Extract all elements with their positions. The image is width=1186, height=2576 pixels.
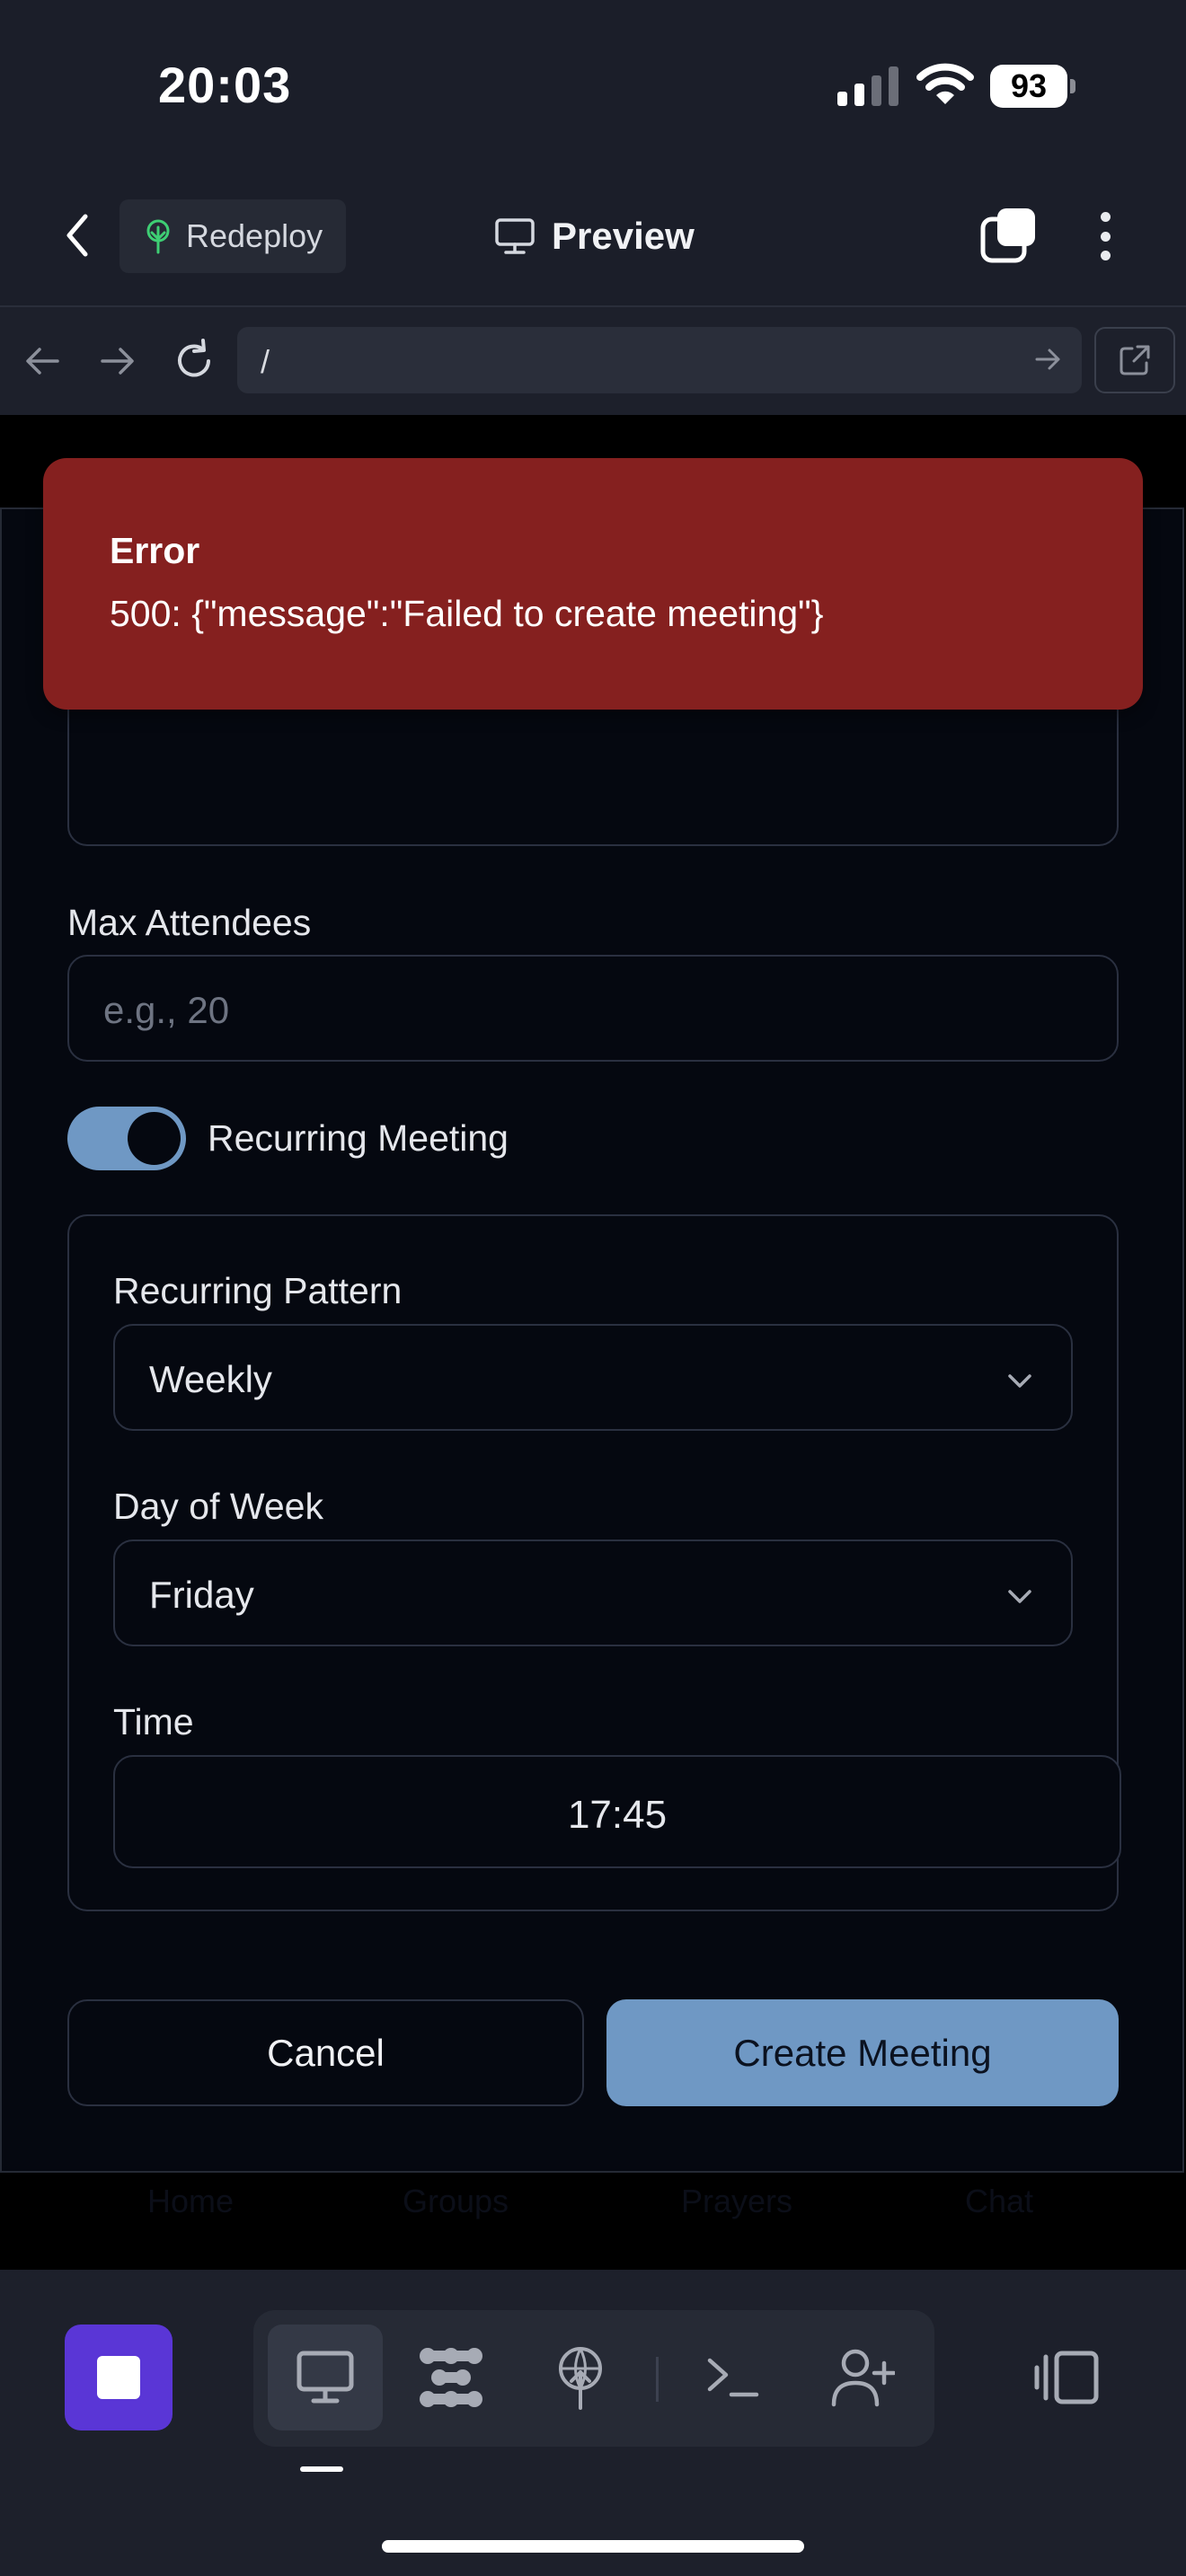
reload-icon[interactable]	[171, 338, 217, 384]
chevron-down-icon	[1008, 1590, 1031, 1603]
nav-groups[interactable]: Groups	[403, 2183, 509, 2220]
dot	[1100, 231, 1111, 242]
arrow-left-icon[interactable]	[20, 338, 66, 384]
time-label: Time	[113, 1701, 194, 1742]
app-bottom-nav: Home Groups Prayers Chat	[0, 2174, 1186, 2245]
chevron-left-icon	[66, 214, 88, 257]
day-of-week-label: Day of Week	[113, 1486, 323, 1527]
monitor-icon	[495, 218, 535, 254]
wifi-icon	[916, 63, 974, 104]
tabs-icon[interactable]	[979, 207, 1037, 264]
cellular-signal-icon	[837, 66, 898, 106]
more-vertical-icon[interactable]	[1084, 208, 1127, 264]
cancel-button[interactable]: Cancel	[67, 1999, 584, 2106]
recurring-toggle[interactable]	[67, 1107, 186, 1170]
open-external-button[interactable]	[1094, 327, 1175, 393]
go-arrow-icon[interactable]	[1031, 343, 1064, 375]
chevron-down-icon	[1008, 1374, 1031, 1388]
day-of-week-value: Friday	[149, 1574, 254, 1616]
tool-group	[253, 2310, 934, 2447]
monitor-icon	[296, 2351, 354, 2404]
battery-indicator: 93	[990, 65, 1076, 110]
external-link-icon	[1120, 345, 1150, 375]
max-attendees-input[interactable]: e.g., 20	[67, 955, 1119, 1062]
redeploy-button[interactable]: Redeploy	[119, 199, 346, 273]
deploy-tab[interactable]	[523, 2325, 638, 2430]
terminal-icon	[707, 2358, 759, 2397]
recurring-toggle-label: Recurring Meeting	[208, 1117, 509, 1159]
create-meeting-button[interactable]: Create Meeting	[606, 1999, 1119, 2106]
url-bar[interactable]: /	[237, 327, 1082, 393]
toggle-knob	[128, 1112, 181, 1165]
apps-tab[interactable]	[394, 2325, 509, 2430]
time-input[interactable]: 17:45	[113, 1755, 1121, 1868]
error-message: 500: {"message":"Failed to create meetin…	[110, 593, 824, 634]
battery-cap	[1070, 79, 1075, 93]
time-value: 17:45	[567, 1793, 668, 1837]
error-title: Error	[110, 530, 200, 571]
panel-toggle-icon[interactable]	[1033, 2346, 1102, 2409]
max-attendees-placeholder: e.g., 20	[103, 989, 230, 1031]
nav-home[interactable]: Home	[147, 2183, 234, 2220]
shell-tab[interactable]	[676, 2325, 791, 2430]
stop-button[interactable]	[65, 2325, 173, 2430]
arrow-right-icon[interactable]	[93, 338, 140, 384]
invite-tab[interactable]	[805, 2325, 920, 2430]
dot	[1100, 212, 1111, 222]
apps-icon	[420, 2348, 482, 2407]
active-tab-indicator	[300, 2466, 343, 2472]
tool-divider	[656, 2357, 659, 2402]
stop-icon	[97, 2356, 140, 2399]
recurring-pattern-label: Recurring Pattern	[113, 1270, 403, 1311]
day-of-week-select[interactable]: Friday	[113, 1539, 1073, 1646]
url-text: /	[261, 343, 270, 380]
dot	[1100, 251, 1111, 260]
tree-icon	[146, 219, 170, 254]
deploy-icon	[559, 2347, 602, 2410]
error-toast[interactable]: Error 500: {"message":"Failed to create …	[43, 458, 1143, 710]
preview-title: Preview	[494, 207, 695, 266]
max-attendees-label: Max Attendees	[67, 902, 312, 943]
battery-level: 93	[990, 65, 1067, 108]
recurring-pattern-select[interactable]: Weekly	[113, 1324, 1073, 1431]
redeploy-label: Redeploy	[186, 217, 323, 254]
desktop-tab[interactable]	[268, 2325, 383, 2430]
home-indicator	[382, 2540, 804, 2553]
preview-label: Preview	[552, 215, 695, 257]
back-button[interactable]	[54, 208, 101, 262]
nav-prayers[interactable]: Prayers	[681, 2183, 792, 2220]
nav-chat[interactable]: Chat	[965, 2183, 1033, 2220]
add-user-icon	[831, 2349, 895, 2407]
recurring-pattern-value: Weekly	[149, 1358, 272, 1400]
status-time: 20:03	[158, 57, 292, 113]
